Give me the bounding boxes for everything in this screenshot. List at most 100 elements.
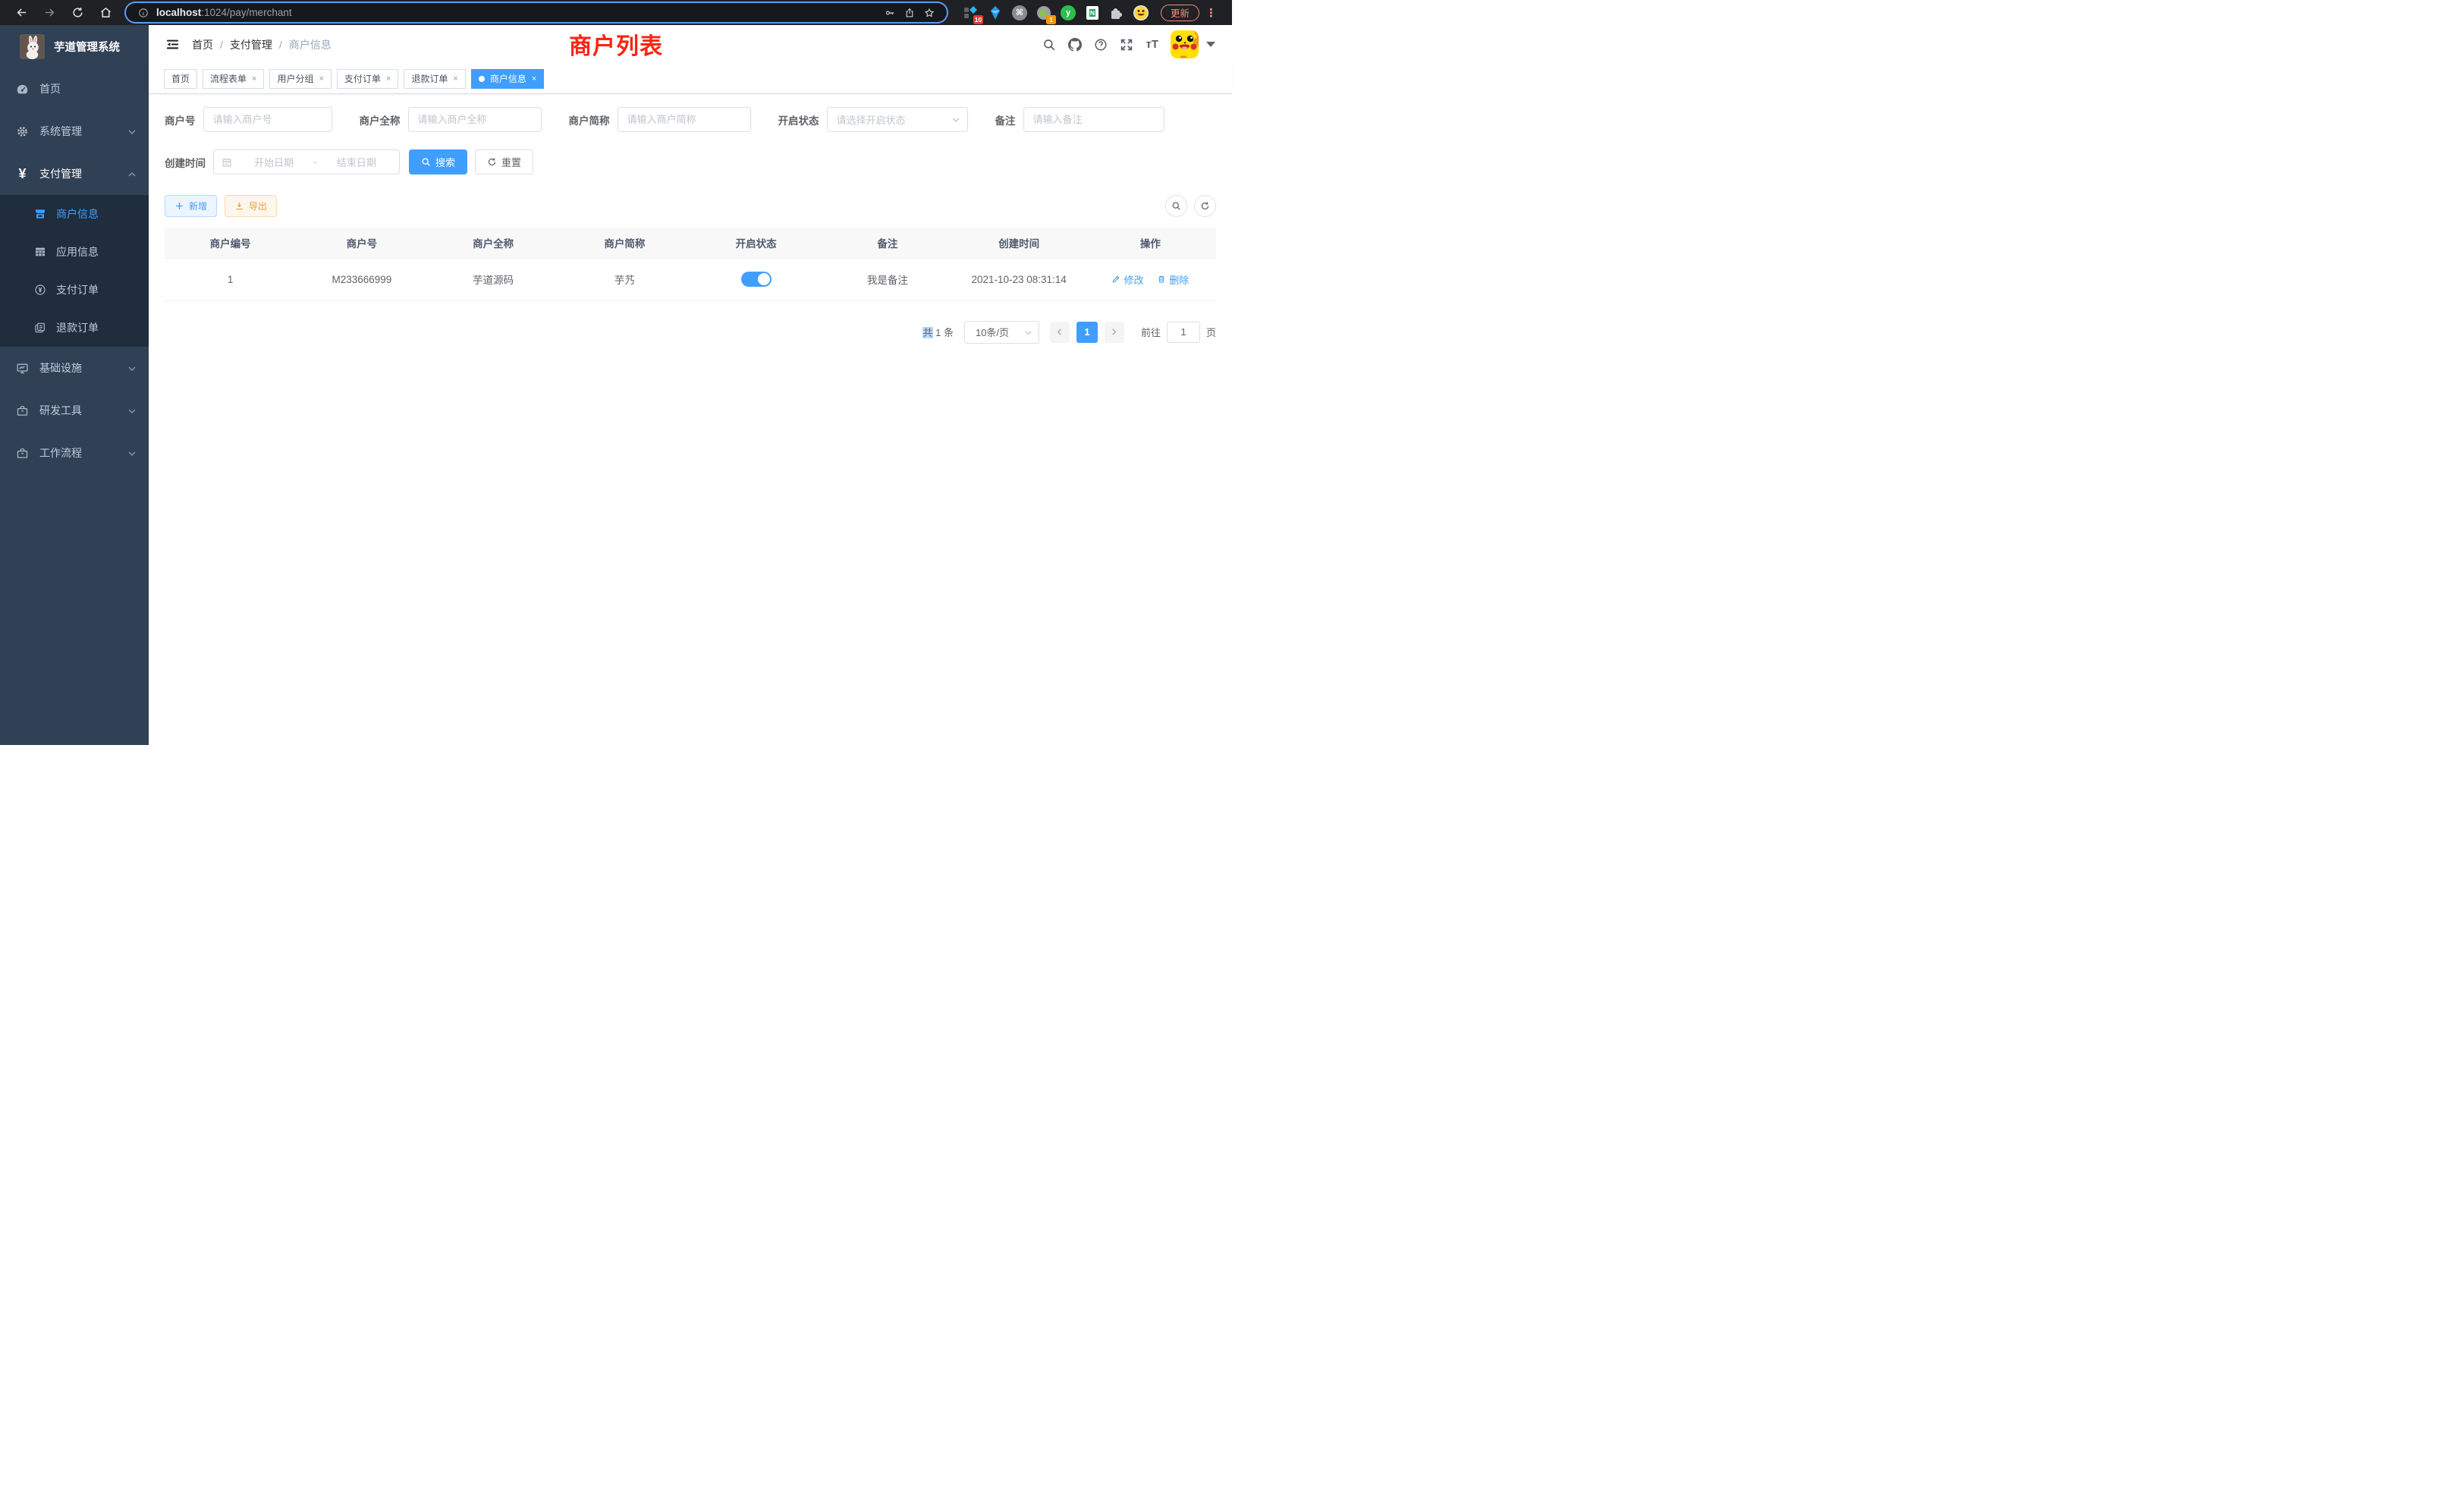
- profile-emoji-icon[interactable]: [1133, 5, 1149, 21]
- extension-notes-icon[interactable]: [1084, 5, 1101, 21]
- app-logo-row[interactable]: 芋道管理系统: [0, 25, 149, 68]
- yen-circle-icon: [34, 284, 46, 296]
- tab-label: 退款订单: [411, 72, 448, 85]
- filter-label-create-time: 创建时间: [165, 155, 206, 170]
- breadcrumb-home[interactable]: 首页: [192, 37, 213, 52]
- merchant-no-input[interactable]: [203, 107, 332, 132]
- col-merchant-id: 商户编号: [165, 228, 296, 258]
- goto-page-input[interactable]: [1167, 322, 1200, 343]
- extension-y-icon[interactable]: y: [1060, 5, 1076, 21]
- dashboard-icon: [16, 83, 29, 96]
- annotation-title: 商户列表: [569, 27, 663, 61]
- browser-menu-icon[interactable]: ⋮: [1205, 6, 1217, 20]
- tab-process-form[interactable]: 流程表单 ×: [203, 69, 264, 89]
- tab-label: 商户信息: [490, 72, 526, 85]
- browser-update-button[interactable]: 更新: [1161, 5, 1199, 21]
- extension-gem-icon[interactable]: [987, 5, 1004, 21]
- tab-user-group[interactable]: 用户分组 ×: [269, 69, 331, 89]
- font-size-icon[interactable]: ᴛT: [1146, 38, 1158, 52]
- create-time-range-picker[interactable]: 开始日期 - 结束日期: [213, 149, 400, 174]
- browser-home-icon[interactable]: [99, 6, 112, 19]
- export-button-label: 导出: [249, 200, 267, 212]
- sidebar-item-label: 支付管理: [39, 166, 82, 181]
- user-avatar[interactable]: [1171, 30, 1199, 58]
- document-icon: [34, 322, 46, 334]
- filter-row-2: 创建时间 开始日期 - 结束日期 搜索: [165, 149, 1216, 174]
- extension-pin-icon[interactable]: 10: [963, 5, 979, 21]
- page-info-icon[interactable]: [138, 8, 149, 18]
- extensions-puzzle-icon[interactable]: [1108, 5, 1125, 21]
- share-icon[interactable]: [904, 8, 915, 18]
- extension-command-icon[interactable]: ⌘: [1011, 5, 1028, 21]
- add-button-label: 新增: [189, 200, 207, 212]
- extension-lens-icon[interactable]: 1: [1036, 5, 1052, 21]
- sidebar-item-refund-order[interactable]: 退款订单: [0, 309, 149, 347]
- browser-back-icon[interactable]: [15, 6, 28, 19]
- short-name-input[interactable]: [618, 107, 751, 132]
- tab-close-icon[interactable]: ×: [453, 74, 457, 83]
- search-button[interactable]: 搜索: [409, 149, 467, 174]
- status-select-placeholder: 请选择开启状态: [837, 112, 945, 127]
- refresh-table-icon[interactable]: [1194, 195, 1216, 217]
- sidebar-item-payment[interactable]: ¥ 支付管理: [0, 152, 149, 195]
- add-button[interactable]: 新增: [165, 195, 217, 217]
- header-search-icon[interactable]: [1042, 38, 1056, 52]
- sidebar-item-app-info[interactable]: 应用信息: [0, 233, 149, 271]
- delete-link[interactable]: 删除: [1157, 272, 1189, 287]
- edit-link[interactable]: 修改: [1111, 272, 1143, 287]
- tab-close-icon[interactable]: ×: [386, 74, 391, 83]
- sidebar-item-home[interactable]: 首页: [0, 68, 149, 110]
- avatar-caret-down-icon[interactable]: [1206, 42, 1215, 47]
- sidebar-item-pay-order[interactable]: 支付订单: [0, 271, 149, 309]
- tab-home[interactable]: 首页: [164, 69, 197, 89]
- next-page-button[interactable]: [1105, 322, 1124, 343]
- export-button[interactable]: 导出: [225, 195, 277, 217]
- password-key-icon[interactable]: [885, 8, 895, 18]
- reset-button[interactable]: 重置: [475, 149, 533, 174]
- table-header-row: 商户编号 商户号 商户全称 商户简称 开启状态 备注 创建时间 操作: [165, 228, 1216, 258]
- tab-merchant-info-active[interactable]: 商户信息 ×: [471, 69, 544, 89]
- remark-input[interactable]: [1023, 107, 1164, 132]
- status-toggle-on[interactable]: [741, 272, 772, 287]
- grid-table-icon: [34, 246, 46, 258]
- sidebar-item-workflow[interactable]: 工作流程: [0, 432, 149, 474]
- search-button-label: 搜索: [435, 155, 455, 169]
- page-size-select[interactable]: 10条/页: [964, 321, 1039, 344]
- sidebar-item-merchant-info[interactable]: 商户信息: [0, 195, 149, 233]
- sidebar-collapse-icon[interactable]: [165, 37, 180, 52]
- bookmark-star-icon[interactable]: [924, 8, 935, 18]
- github-icon[interactable]: [1068, 38, 1082, 52]
- chevron-down-icon: [127, 406, 137, 415]
- url-host: localhost: [156, 7, 201, 18]
- browser-reload-icon[interactable]: [71, 6, 84, 19]
- extensions-strip: 10 ⌘ 1 y 更新: [959, 5, 1220, 21]
- tab-refund-order[interactable]: 退款订单 ×: [404, 69, 465, 89]
- page-number-1[interactable]: 1: [1076, 322, 1098, 343]
- edit-link-label: 修改: [1124, 272, 1143, 287]
- chevron-down-icon: [951, 115, 960, 124]
- help-icon[interactable]: [1094, 38, 1108, 52]
- prev-page-button[interactable]: [1050, 322, 1070, 343]
- cell-merchant-id: 1: [165, 258, 296, 300]
- tab-pay-order[interactable]: 支付订单 ×: [337, 69, 398, 89]
- full-name-input[interactable]: [408, 107, 542, 132]
- breadcrumb-payment[interactable]: 支付管理: [230, 37, 272, 52]
- tab-close-icon[interactable]: ×: [532, 74, 536, 83]
- top-navbar: 首页 / 支付管理 / 商户信息: [149, 25, 1232, 64]
- sidebar-item-label: 首页: [39, 81, 61, 96]
- sidebar-item-dev-tools[interactable]: 研发工具: [0, 389, 149, 432]
- sidebar-item-label: 基础设施: [39, 360, 82, 376]
- status-select[interactable]: 请选择开启状态: [827, 107, 968, 132]
- sidebar-item-infrastructure[interactable]: 基础设施: [0, 347, 149, 389]
- col-merchant-no: 商户号: [296, 228, 427, 258]
- cell-status: [690, 258, 822, 300]
- filter-row-1: 商户号 商户全称 商户简称 开启状态 请选择开启状态: [165, 107, 1216, 132]
- tab-close-icon[interactable]: ×: [252, 74, 256, 83]
- chevron-down-icon: [127, 363, 137, 372]
- fullscreen-icon[interactable]: [1120, 38, 1133, 52]
- url-bar[interactable]: localhost:1024/pay/merchant: [126, 3, 947, 22]
- sidebar-item-system[interactable]: 系统管理: [0, 110, 149, 152]
- browser-forward-icon[interactable]: [43, 6, 56, 19]
- tab-close-icon[interactable]: ×: [319, 74, 323, 83]
- toggle-search-icon[interactable]: [1165, 195, 1187, 217]
